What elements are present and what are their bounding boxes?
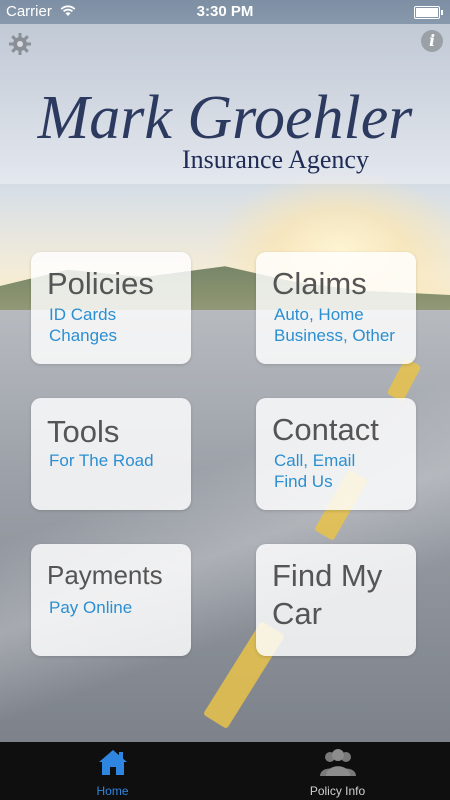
tile-contact[interactable]: Contact Call, Email Find Us <box>256 398 416 510</box>
tab-label: Policy Info <box>309 784 366 798</box>
gear-icon[interactable] <box>8 32 32 56</box>
tile-subtitle: Changes <box>49 326 118 345</box>
tile-subtitle: Call, Email <box>274 451 356 470</box>
tile-subtitle: Pay Online <box>49 598 133 617</box>
tile-title: Claims <box>272 266 367 301</box>
tile-subtitle: Business, Other <box>274 326 395 345</box>
tile-subtitle: ID Cards <box>49 305 117 324</box>
battery-icon <box>414 6 443 19</box>
tile-policies[interactable]: Policies ID Cards Changes <box>31 252 191 364</box>
tab-label: Home <box>96 784 129 798</box>
tab-policy-info[interactable]: Policy Info <box>225 742 450 800</box>
tile-title-line: Car <box>272 596 322 631</box>
tile-subtitle: Find Us <box>274 472 333 491</box>
tile-title: Policies <box>47 266 154 301</box>
info-icon[interactable]: i <box>421 30 443 52</box>
tile-tools[interactable]: Tools For The Road <box>31 398 191 510</box>
logo-subtitle: Insurance Agency <box>182 145 369 174</box>
tab-bar: Home Policy Info <box>0 742 450 800</box>
tile-find-my-car[interactable]: Find My Car <box>256 544 416 656</box>
tile-title: Contact <box>272 412 379 447</box>
tile-subtitle: For The Road <box>49 451 154 470</box>
clock: 3:30 PM <box>196 3 254 20</box>
house-icon <box>99 750 127 775</box>
tab-home[interactable]: Home <box>0 742 225 800</box>
tile-subtitle: Auto, Home <box>274 305 364 324</box>
tile-title: Payments <box>47 560 163 590</box>
people-icon <box>320 749 356 776</box>
tile-claims[interactable]: Claims Auto, Home Business, Other <box>256 252 416 364</box>
tile-title: Tools <box>47 414 120 449</box>
tile-payments[interactable]: Payments Pay Online <box>31 544 191 656</box>
tile-title-line: Find My <box>272 558 383 593</box>
status-bar: Carrier 3:30 PM <box>0 0 450 24</box>
logo-main-text: Mark Groehler <box>37 84 414 152</box>
